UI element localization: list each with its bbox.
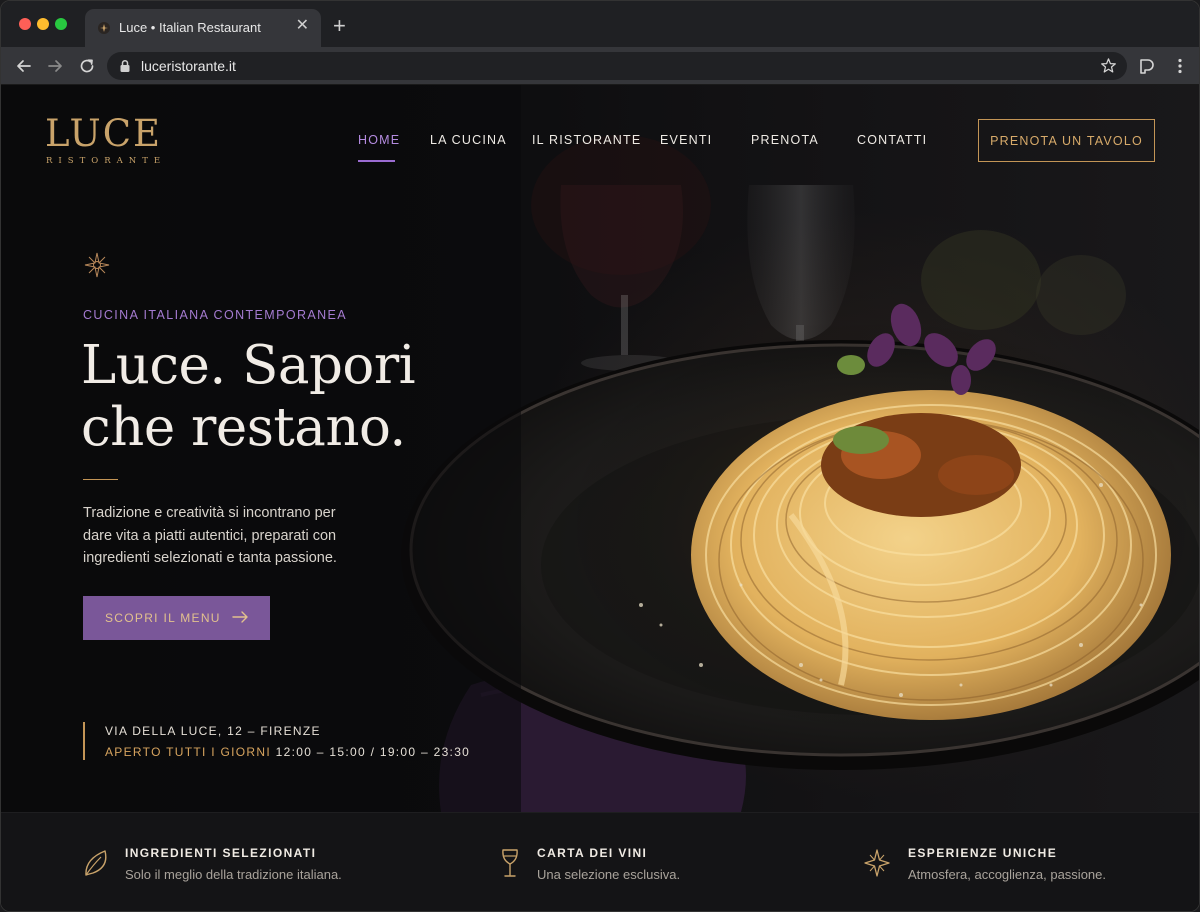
minimize-window-button[interactable] [37,18,49,30]
back-arrow-icon[interactable] [14,56,34,76]
headline-line-1: Luce. Sapori [81,335,416,396]
menu-dots-icon[interactable] [1171,57,1189,75]
feature-title: ESPERIENZE UNICHE [908,846,1058,860]
nav-link-la-cucina[interactable]: LA CUCINA [430,133,507,147]
lock-icon [120,59,130,72]
close-tab-icon[interactable]: ✕ [296,18,309,34]
feature-title: INGREDIENTI SELEZIONATI [125,846,317,860]
nav-link-il-ristorante[interactable]: IL RISTORANTE [532,133,641,147]
sparkle-icon [864,849,890,877]
feature-wine-list: CARTA DEI VINI Una selezione esclusiva. [401,813,801,911]
tab-bar: Luce • Italian Restaurant ✕ + [1,1,1199,47]
headline-line-2: che restano. [81,397,406,458]
extension-icon[interactable] [1138,57,1156,75]
feature-text: Atmosfera, accoglienza, passione. [908,867,1106,882]
address-text: VIA DELLA LUCE, 12 – FIRENZE [105,724,321,738]
tab-title: Luce • Italian Restaurant [119,20,261,35]
browser-toolbar: luceristorante.it [1,47,1199,85]
hero-headline: Luce. Sapori che restano. [81,335,501,459]
star-icon[interactable] [1100,57,1117,74]
browser-tab[interactable]: Luce • Italian Restaurant ✕ [85,9,321,47]
opening-hours: APERTO TUTTI I GIORNI 12:00 – 15:00 / 19… [105,745,470,759]
feature-text: Una selezione esclusiva. [537,867,681,882]
feature-experiences: ESPERIENZE UNICHE Atmosfera, accoglienza… [801,813,1199,911]
hero-eyebrow: CUCINA ITALIANA CONTEMPORANEA [83,308,348,322]
forward-arrow-icon[interactable] [45,56,65,76]
url-text: luceristorante.it [141,58,236,74]
feature-text: Solo il meglio della tradizione italiana… [125,867,342,882]
discover-menu-label: SCOPRI IL MENU [105,611,221,625]
nav-link-home[interactable]: HOME [358,133,400,147]
nav-link-contatti[interactable]: CONTATTI [857,133,927,147]
address-bar[interactable]: luceristorante.it [107,52,1127,80]
feature-title: CARTA DEI VINI [537,846,648,860]
nav-link-eventi[interactable]: EVENTI [660,133,712,147]
hours-label: APERTO TUTTI I GIORNI [105,745,271,759]
book-table-button[interactable]: PRENOTA UN TAVOLO [978,119,1155,162]
browser-window: Luce • Italian Restaurant ✕ + luceristor… [0,0,1200,912]
info-divider [83,722,85,760]
logo-word: LUCE [45,112,163,155]
maximize-window-button[interactable] [55,18,67,30]
hero-section: LUCE RISTORANTE HOME LA CUCINA IL RISTOR… [1,85,1199,812]
page-viewport: LUCE RISTORANTE HOME LA CUCINA IL RISTOR… [1,85,1199,911]
reload-icon[interactable] [77,56,97,76]
features-strip: INGREDIENTI SELEZIONATI Solo il meglio d… [1,812,1199,911]
discover-menu-button[interactable]: SCOPRI IL MENU [83,596,270,640]
divider [83,479,118,480]
hours-value: 12:00 – 15:00 / 19:00 – 23:30 [275,745,471,759]
new-tab-icon[interactable]: + [333,15,346,37]
feature-ingredients: INGREDIENTI SELEZIONATI Solo il meglio d… [1,813,401,911]
ornament-icon [84,252,110,278]
hero-intro: Tradizione e creatività si incontrano pe… [83,505,337,566]
close-window-button[interactable] [19,18,31,30]
active-nav-indicator [358,160,395,162]
wine-glass-icon [502,849,518,877]
nav-link-prenota[interactable]: PRENOTA [751,133,819,147]
favicon-icon [98,22,110,34]
logo-subtitle: RISTORANTE [46,156,167,166]
leaf-icon [85,850,107,876]
arrow-right-icon [232,611,248,623]
site-logo[interactable]: LUCE RISTORANTE [45,115,166,166]
